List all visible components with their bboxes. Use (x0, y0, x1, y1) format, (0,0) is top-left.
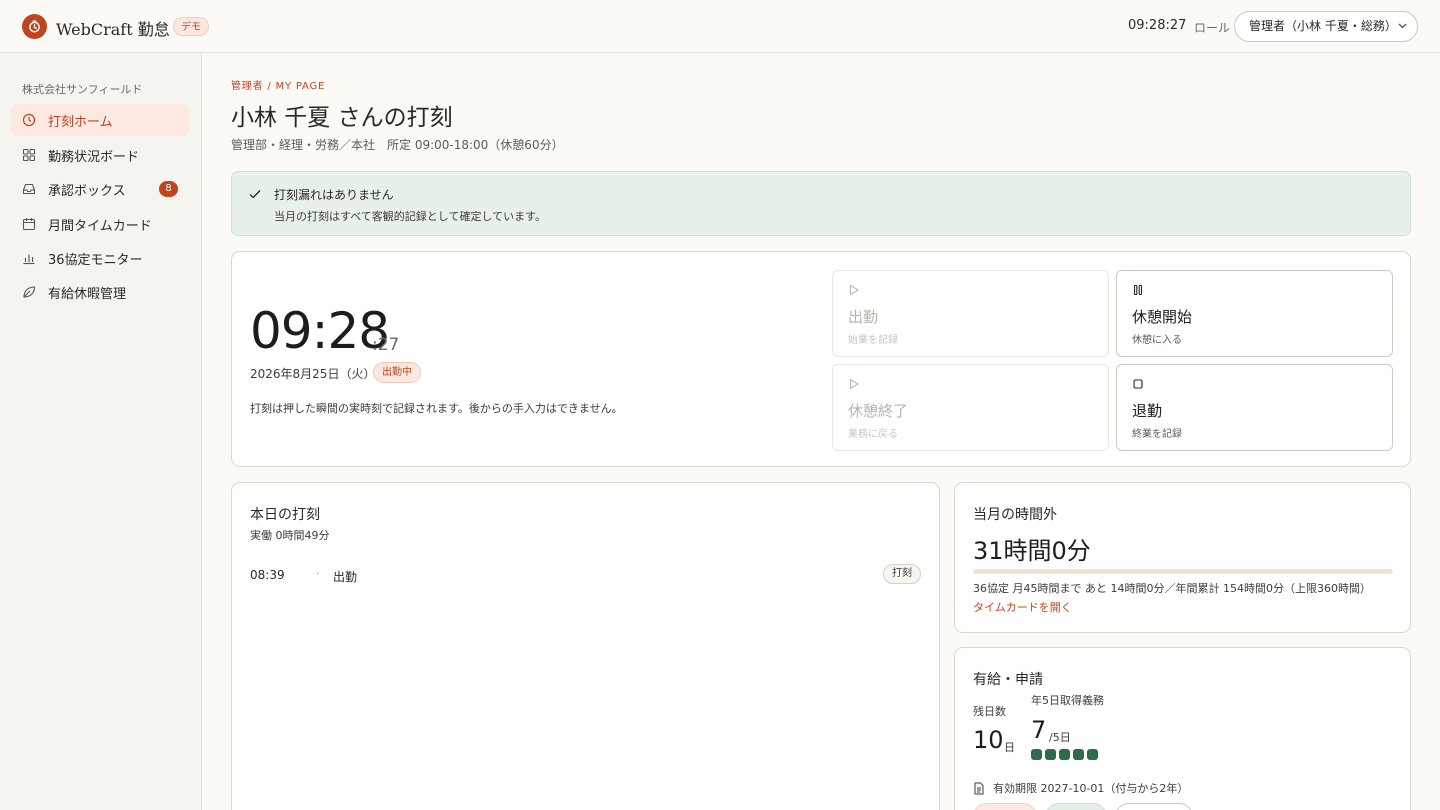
sidebar-item-monthly-timecard[interactable]: 月間タイムカード (11, 208, 189, 240)
app-title: WebCraft 勤怠 (56, 20, 170, 39)
record-type: 出勤 (333, 570, 358, 584)
sidebar-item-label: 月間タイムカード (48, 218, 152, 234)
break-end-button[interactable]: 休憩終了 業務に戻る (832, 364, 1109, 451)
expiry-text: 有効期限 2027-10-01（付与から2年） (993, 782, 1189, 795)
remaining-days-value: 10 (973, 726, 1004, 754)
page-subtitle: 管理部・経理・労務／本社 所定 09:00-18:00（休憩60分） (231, 138, 564, 152)
leave-action-button[interactable] (973, 803, 1037, 810)
overtime-progress-bar (973, 569, 1393, 574)
role-label: ロール (1194, 21, 1231, 35)
play-icon (848, 378, 860, 390)
sidebar-item-label: 有給休暇管理 (48, 286, 127, 302)
bar-chart-icon (22, 251, 36, 265)
grid-icon (22, 148, 36, 162)
card-title: 有給・申請 (973, 672, 1043, 688)
sidebar-item-punch-home[interactable]: 打刻ホーム (11, 104, 189, 136)
check-icon (248, 187, 262, 205)
record-separator: · (316, 567, 320, 580)
demo-badge: デモ (173, 17, 209, 36)
sidebar-item-label: 勤務状況ボード (48, 149, 140, 165)
no-missing-punch-alert: 打刻漏れはありません 当月の打刻はすべて客観的記録として確定しています。 (231, 171, 1411, 236)
obligation-dot (1087, 749, 1098, 760)
app-header: WebCraft 勤怠 デモ 09:28:27 ロール 管理者（小林 千夏・総務… (0, 0, 1440, 53)
punch-card: 09:28 :27 2026年8月25日（火） 出勤中 打刻は押した瞬間の実時刻… (231, 251, 1411, 467)
obligation-dot (1059, 749, 1070, 760)
overtime-card: 当月の時間外 31時間0分 36協定 月45時間まで あと 14時間0分／年間累… (954, 482, 1411, 633)
obligation-dot (1073, 749, 1084, 760)
button-sublabel: 始業を記録 (848, 335, 898, 346)
remaining-days-label: 残日数 (973, 705, 1006, 718)
record-source-tag: 打刻 (883, 564, 921, 584)
record-time: 08:39 (250, 568, 285, 582)
open-timecard-link[interactable]: タイムカードを開く (973, 599, 1072, 615)
sidebar-item-approval-box[interactable]: 承認ボックス 8 (11, 173, 189, 205)
alert-title: 打刻漏れはありません (274, 188, 394, 202)
leave-action-button[interactable] (1045, 803, 1107, 810)
sidebar: 株式会社サンフィールド 打刻ホーム 勤務状況ボード 承認ボックス 8 月間タイム… (0, 53, 202, 810)
button-label: 出勤 (848, 308, 879, 326)
sidebar-item-36-monitor[interactable]: 36協定モニター (11, 242, 189, 274)
play-icon (848, 284, 860, 296)
button-label: 退勤 (1132, 402, 1163, 420)
leaf-icon (22, 285, 36, 299)
sidebar-item-label: 36協定モニター (48, 252, 143, 268)
company-name: 株式会社サンフィールド (22, 83, 143, 96)
breadcrumb: 管理者 / MY PAGE (231, 81, 326, 92)
clock-in-button[interactable]: 出勤 始業を記録 (832, 270, 1109, 357)
calendar-icon (22, 217, 36, 231)
button-label: 休憩開始 (1132, 308, 1193, 326)
paid-leave-card: 有給・申請 残日数 10 日 年5日取得義務 7 /5日 有効期限 2027-1… (954, 647, 1411, 810)
obligation-label: 年5日取得義務 (1031, 694, 1104, 707)
app-logo-icon (22, 14, 47, 39)
today-punches-card: 本日の打刻 実働 0時間49分 08:39 · 出勤 打刻 (231, 482, 940, 810)
header-clock: 09:28:27 (1128, 18, 1187, 33)
sidebar-item-paid-leave[interactable]: 有給休暇管理 (11, 276, 189, 308)
leave-expiry: 有効期限 2027-10-01（付与から2年） (973, 780, 1188, 796)
obligation-dot (1031, 749, 1042, 760)
obligation-progress (1031, 749, 1098, 760)
button-sublabel: 終業を記録 (1132, 429, 1182, 440)
button-label: 休憩終了 (848, 402, 909, 420)
sidebar-item-label: 承認ボックス (48, 183, 126, 199)
sidebar-item-status-board[interactable]: 勤務状況ボード (11, 139, 189, 171)
card-title: 当月の時間外 (973, 507, 1057, 523)
button-sublabel: 業務に戻る (848, 429, 898, 440)
role-select[interactable]: 管理者（小林 千夏・総務） (1234, 11, 1418, 42)
overtime-value: 31時間0分 (973, 537, 1091, 565)
current-date: 2026年8月25日（火） (250, 367, 376, 381)
page-title: 小林 千夏 さんの打刻 (231, 105, 453, 131)
chevron-down-icon (1397, 12, 1408, 52)
pause-icon (1132, 284, 1144, 296)
obligation-unit: /5日 (1049, 731, 1071, 744)
sidebar-item-label: 打刻ホーム (48, 114, 113, 130)
overtime-note: 36協定 月45時間まで あと 14時間0分／年間累計 154時間0分（上限36… (973, 582, 1371, 595)
current-seconds: :27 (372, 335, 400, 355)
remaining-days-unit: 日 (1004, 741, 1015, 754)
leave-action-button[interactable] (1115, 803, 1193, 810)
card-title: 本日の打刻 (250, 507, 320, 523)
button-sublabel: 休憩に入る (1132, 335, 1182, 346)
inbox-icon (22, 182, 36, 196)
stop-icon (1132, 378, 1144, 390)
role-select-value: 管理者（小林 千夏・総務） (1249, 19, 1397, 33)
punch-note: 打刻は押した瞬間の実時刻で記録されます。後からの手入力はできません。 (250, 402, 623, 415)
break-start-button[interactable]: 休憩開始 休憩に入る (1116, 270, 1393, 357)
document-icon (973, 782, 985, 795)
obligation-dot (1045, 749, 1056, 760)
clock-out-button[interactable]: 退勤 終業を記録 (1116, 364, 1393, 451)
clock-icon (22, 113, 36, 127)
obligation-value: 7 (1031, 716, 1047, 744)
status-badge: 出勤中 (373, 362, 421, 383)
approval-count-badge: 8 (159, 181, 178, 197)
current-time: 09:28 (250, 302, 390, 360)
alert-message: 当月の打刻はすべて客観的記録として確定しています。 (274, 210, 547, 223)
worked-time: 実働 0時間49分 (250, 529, 330, 542)
